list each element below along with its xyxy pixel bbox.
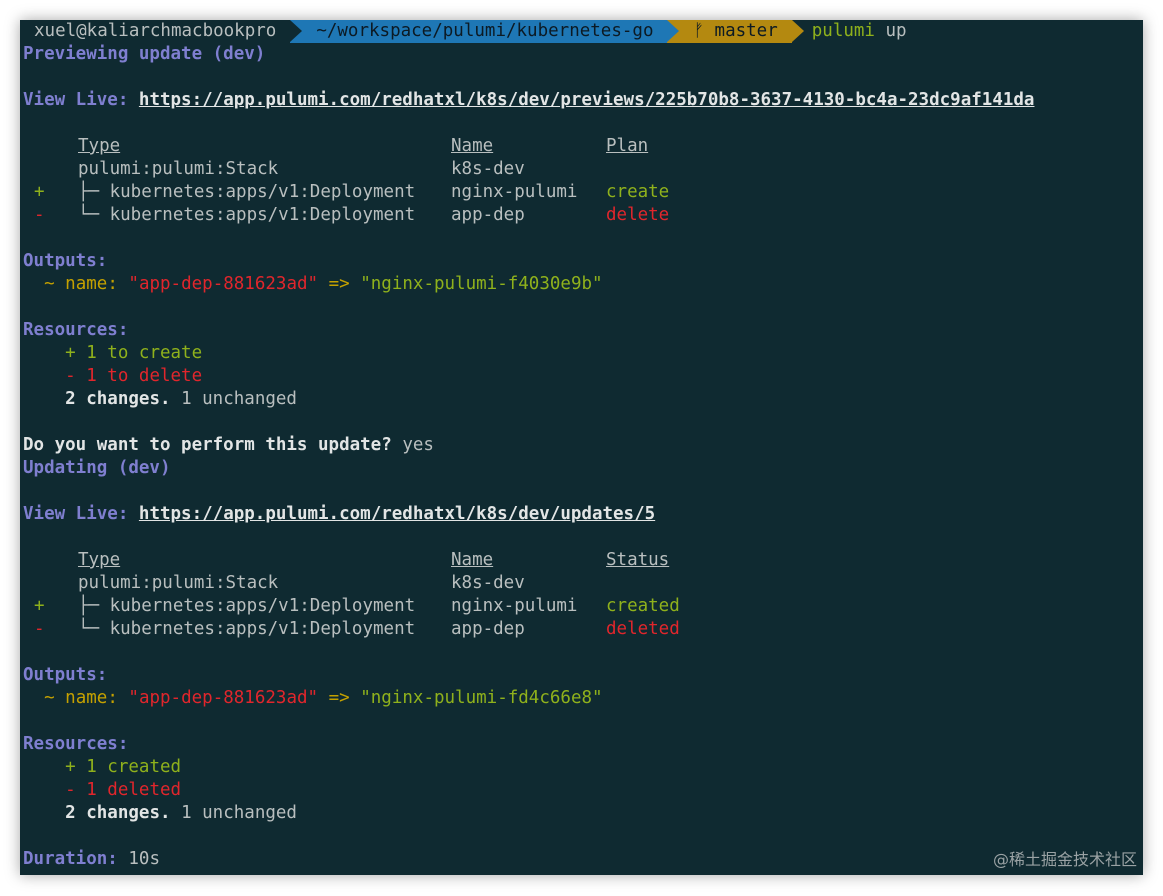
output-tilde: ~ (44, 688, 55, 708)
preview-res-create: + 1 to create (65, 343, 203, 363)
row-name: k8s-dev (451, 573, 525, 593)
row-status: created (606, 596, 680, 616)
confirm-prompt[interactable]: Do you want to perform this update? yes (23, 434, 434, 457)
shell-prompt: xuel@kaliarchmacbookpro ~/workspace/pulu… (20, 20, 907, 43)
update-table-header: Type Name Status (20, 549, 1143, 572)
update-live-link[interactable]: https://app.pulumi.com/redhatxl/k8s/dev/… (139, 504, 655, 524)
preview-outputs-label: Outputs: (23, 251, 108, 271)
update-resources-label: Resources: (23, 734, 129, 754)
preview-view-live: View Live: https://app.pulumi.com/redhat… (23, 89, 1034, 112)
row-name: app-dep (451, 619, 525, 639)
preview-live-link[interactable]: https://app.pulumi.com/redhatxl/k8s/dev/… (139, 90, 1035, 110)
row-name: app-dep (451, 205, 525, 225)
col-header-name: Name (451, 136, 494, 156)
prompt-path-segment: ~/workspace/pulumi/kubernetes-go (290, 20, 680, 43)
output-arrow: => (328, 274, 350, 294)
update-view-live: View Live: https://app.pulumi.com/redhat… (23, 503, 655, 526)
table-row: pulumi:pulumi:Stack k8s-dev (20, 158, 1143, 181)
row-plan: delete (606, 205, 670, 225)
col-header-status: Status (606, 550, 670, 570)
update-res-deleted: - 1 deleted (65, 780, 182, 800)
row-name: nginx-pulumi (451, 596, 578, 616)
update-changes: 2 changes. 1 unchanged (65, 803, 297, 823)
row-type: └─ kubernetes:apps/v1:Deployment (78, 619, 416, 639)
update-outputs-label: Outputs: (23, 665, 108, 685)
col-header-type: Type (78, 550, 121, 570)
preview-title: Previewing update (dev) (23, 44, 266, 64)
confirm-question: Do you want to perform this update? (23, 435, 392, 455)
git-branch-icon: ᚠ (693, 21, 704, 41)
update-output-line: ~ name: "app-dep-881623ad" => "nginx-pul… (23, 687, 603, 710)
watermark: @稀土掘金技术社区 (992, 850, 1137, 869)
preview-table-header: Type Name Plan (20, 135, 1143, 158)
preview-res-delete: - 1 to delete (65, 366, 203, 386)
col-header-plan: Plan (606, 136, 649, 156)
row-type: pulumi:pulumi:Stack (78, 159, 279, 179)
output-key: name: (65, 688, 118, 708)
table-row: + ├─ kubernetes:apps/v1:Deployment nginx… (20, 595, 1143, 618)
preview-output-line: ~ name: "app-dep-881623ad" => "nginx-pul… (23, 273, 603, 296)
output-new-value: "nginx-pulumi-f4030e9b" (360, 274, 603, 294)
output-new-value: "nginx-pulumi-fd4c66e8" (360, 688, 603, 708)
row-op: - (34, 619, 45, 639)
row-type: └─ kubernetes:apps/v1:Deployment (78, 205, 416, 225)
row-op: + (34, 596, 45, 616)
table-row: + ├─ kubernetes:apps/v1:Deployment nginx… (20, 181, 1143, 204)
row-plan: create (606, 182, 670, 202)
prompt-command[interactable]: pulumi up (792, 20, 907, 43)
row-type: ├─ kubernetes:apps/v1:Deployment (78, 182, 416, 202)
prompt-branch-segment: ᚠ master (667, 20, 804, 43)
terminal-window[interactable]: xuel@kaliarchmacbookpro ~/workspace/pulu… (20, 20, 1143, 875)
output-tilde: ~ (44, 274, 55, 294)
output-old-value: "app-dep-881623ad" (128, 688, 319, 708)
prompt-user-segment: xuel@kaliarchmacbookpro (20, 20, 303, 43)
prompt-path: ~/workspace/pulumi/kubernetes-go (316, 21, 654, 41)
col-header-name: Name (451, 550, 494, 570)
row-type: ├─ kubernetes:apps/v1:Deployment (78, 596, 416, 616)
command-name: pulumi (811, 21, 875, 41)
prompt-branch: master (714, 21, 778, 41)
duration-line: Duration: 10s (23, 848, 160, 871)
preview-changes: 2 changes. 1 unchanged (65, 389, 297, 409)
table-row: - └─ kubernetes:apps/v1:Deployment app-d… (20, 618, 1143, 641)
row-op: - (34, 205, 45, 225)
update-res-created: + 1 created (65, 757, 182, 777)
output-old-value: "app-dep-881623ad" (128, 274, 319, 294)
row-status: deleted (606, 619, 680, 639)
confirm-answer: yes (402, 435, 434, 455)
preview-resources-label: Resources: (23, 320, 129, 340)
table-row: - └─ kubernetes:apps/v1:Deployment app-d… (20, 204, 1143, 227)
table-row: pulumi:pulumi:Stack k8s-dev (20, 572, 1143, 595)
prompt-user: xuel@kaliarchmacbookpro (34, 21, 277, 41)
duration-value: 10s (128, 849, 160, 869)
update-title: Updating (dev) (23, 458, 171, 478)
view-live-label: View Live: (23, 504, 129, 524)
row-name: k8s-dev (451, 159, 525, 179)
row-type: pulumi:pulumi:Stack (78, 573, 279, 593)
command-arg: up (885, 21, 907, 41)
row-name: nginx-pulumi (451, 182, 578, 202)
output-key: name: (65, 274, 118, 294)
col-header-type: Type (78, 136, 121, 156)
row-op: + (34, 182, 45, 202)
output-arrow: => (328, 688, 350, 708)
view-live-label: View Live: (23, 90, 129, 110)
duration-label: Duration: (23, 849, 118, 869)
